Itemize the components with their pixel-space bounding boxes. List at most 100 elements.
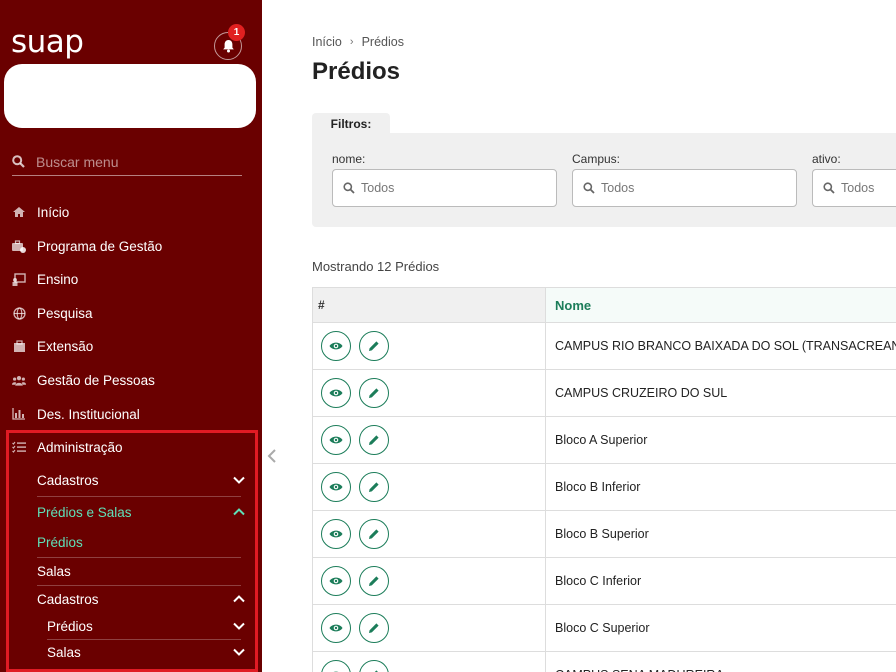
menu-search[interactable]: Buscar menu bbox=[12, 148, 242, 176]
submenu-label: Prédios e Salas bbox=[37, 504, 132, 520]
chevron-up-icon bbox=[233, 508, 245, 516]
menu-search-placeholder: Buscar menu bbox=[36, 153, 119, 170]
sidebar-item-administracao[interactable]: Administração bbox=[12, 435, 123, 459]
row-actions bbox=[313, 464, 546, 510]
sidebar-item-inicio[interactable]: Início bbox=[12, 200, 69, 224]
header-nome[interactable]: Nome bbox=[546, 288, 896, 322]
row-nome[interactable]: Bloco B Superior bbox=[546, 511, 896, 557]
table-row: Bloco A Superior bbox=[313, 417, 896, 464]
pencil-icon bbox=[369, 341, 379, 351]
edit-button[interactable] bbox=[359, 566, 389, 596]
view-button[interactable] bbox=[321, 472, 351, 502]
edit-button[interactable] bbox=[359, 331, 389, 361]
header-actions: # bbox=[313, 288, 546, 322]
submenu-salas-nested[interactable]: Salas bbox=[47, 642, 245, 662]
row-nome[interactable]: Bloco B Inferior bbox=[546, 464, 896, 510]
sidebar-item-programa-de-gestao[interactable]: Programa de Gestão bbox=[12, 234, 162, 258]
filters-panel: nome: Todos Campus: Todos ativo: Todos bbox=[312, 133, 896, 227]
view-button[interactable] bbox=[321, 613, 351, 643]
sidebar-item-des-institucional[interactable]: Des. Institucional bbox=[12, 402, 140, 426]
row-nome[interactable]: Bloco C Superior bbox=[546, 605, 896, 651]
pencil-icon bbox=[369, 435, 379, 445]
eye-icon bbox=[329, 342, 343, 350]
pencil-icon bbox=[369, 529, 379, 539]
filter-ativo-label: ativo: bbox=[812, 152, 841, 166]
sidebar-item-label: Pesquisa bbox=[37, 305, 93, 321]
pencil-icon bbox=[369, 388, 379, 398]
chevron-up-icon bbox=[233, 595, 245, 603]
submenu-cadastros-nested[interactable]: Cadastros bbox=[37, 589, 245, 609]
filter-campus-value: Todos bbox=[601, 181, 635, 195]
home-icon bbox=[12, 205, 26, 219]
eye-icon bbox=[329, 530, 343, 538]
table-row: CAMPUS SENA MADUREIRA bbox=[313, 652, 896, 672]
edit-button[interactable] bbox=[359, 472, 389, 502]
edit-button[interactable] bbox=[359, 660, 389, 672]
edit-button[interactable] bbox=[359, 425, 389, 455]
submenu-cadastros[interactable]: Cadastros bbox=[37, 470, 245, 490]
sidebar-item-gestao-de-pessoas[interactable]: Gestão de Pessoas bbox=[12, 368, 155, 392]
submenu-link-predios[interactable]: Prédios bbox=[37, 532, 245, 552]
filter-campus-input[interactable]: Todos bbox=[572, 169, 797, 207]
row-nome[interactable]: CAMPUS CRUZEIRO DO SUL bbox=[546, 370, 896, 416]
table-row: Bloco B Superior bbox=[313, 511, 896, 558]
view-button[interactable] bbox=[321, 519, 351, 549]
view-button[interactable] bbox=[321, 425, 351, 455]
chevron-down-icon bbox=[233, 648, 245, 656]
submenu-predios-nested[interactable]: Prédios bbox=[47, 616, 245, 636]
edit-button[interactable] bbox=[359, 519, 389, 549]
view-button[interactable] bbox=[321, 660, 351, 672]
breadcrumb-home[interactable]: Início bbox=[312, 35, 342, 49]
divider bbox=[47, 639, 241, 640]
row-nome[interactable]: Bloco C Inferior bbox=[546, 558, 896, 604]
chevron-left-icon bbox=[267, 449, 276, 463]
chevron-right-icon: › bbox=[349, 36, 354, 48]
table-row: CAMPUS RIO BRANCO BAIXADA DO SOL (TRANSA… bbox=[313, 323, 896, 370]
sidebar-item-pesquisa[interactable]: Pesquisa bbox=[12, 301, 93, 325]
notification-badge: 1 bbox=[228, 24, 245, 41]
row-nome[interactable]: CAMPUS SENA MADUREIRA bbox=[546, 652, 896, 672]
row-actions bbox=[313, 605, 546, 651]
submenu-predios-e-salas[interactable]: Prédios e Salas bbox=[37, 502, 245, 522]
submenu-link-salas[interactable]: Salas bbox=[37, 561, 245, 581]
row-nome[interactable]: Bloco A Superior bbox=[546, 417, 896, 463]
filter-ativo-value: Todos bbox=[841, 181, 875, 195]
sidebar-item-label: Gestão de Pessoas bbox=[37, 372, 155, 388]
pencil-icon bbox=[369, 623, 379, 633]
sidebar-item-ensino[interactable]: Ensino bbox=[12, 267, 78, 291]
table-row: Bloco C Superior bbox=[313, 605, 896, 652]
table-row: Bloco B Inferior bbox=[313, 464, 896, 511]
sidebar-item-extensao[interactable]: Extensão bbox=[12, 334, 93, 358]
search-icon bbox=[12, 155, 25, 168]
row-actions bbox=[313, 511, 546, 557]
view-button[interactable] bbox=[321, 331, 351, 361]
edit-button[interactable] bbox=[359, 378, 389, 408]
sidebar-item-label: Des. Institucional bbox=[37, 406, 140, 422]
submenu-label: Prédios bbox=[47, 618, 93, 634]
pencil-icon bbox=[369, 576, 379, 586]
row-actions bbox=[313, 323, 546, 369]
filter-nome-input[interactable]: Todos bbox=[332, 169, 557, 207]
sidebar: suap 1 Buscar menu Início Programa de Ge… bbox=[0, 0, 262, 672]
sidebar-item-label: Programa de Gestão bbox=[37, 238, 163, 254]
table-row: Bloco C Inferior bbox=[313, 558, 896, 605]
row-nome[interactable]: CAMPUS RIO BRANCO BAIXADA DO SOL (TRANSA… bbox=[546, 323, 896, 369]
view-button[interactable] bbox=[321, 566, 351, 596]
eye-icon bbox=[329, 577, 343, 585]
filters-tab[interactable]: Filtros: bbox=[312, 113, 390, 135]
sidebar-item-label: Ensino bbox=[37, 271, 79, 287]
view-button[interactable] bbox=[321, 378, 351, 408]
breadcrumb-current: Prédios bbox=[361, 35, 404, 49]
page-title: Prédios bbox=[312, 58, 401, 85]
user-profile-card[interactable] bbox=[4, 64, 256, 128]
eye-icon bbox=[329, 624, 343, 632]
eye-icon bbox=[329, 436, 343, 444]
edit-button[interactable] bbox=[359, 613, 389, 643]
row-actions bbox=[313, 652, 546, 672]
app-logo[interactable]: suap bbox=[11, 24, 84, 60]
building-icon bbox=[12, 339, 26, 353]
filter-ativo-input[interactable]: Todos bbox=[812, 169, 896, 207]
submenu-label: Salas bbox=[47, 644, 81, 660]
sidebar-collapse-button[interactable] bbox=[267, 448, 277, 469]
filter-nome-label: nome: bbox=[332, 152, 366, 166]
